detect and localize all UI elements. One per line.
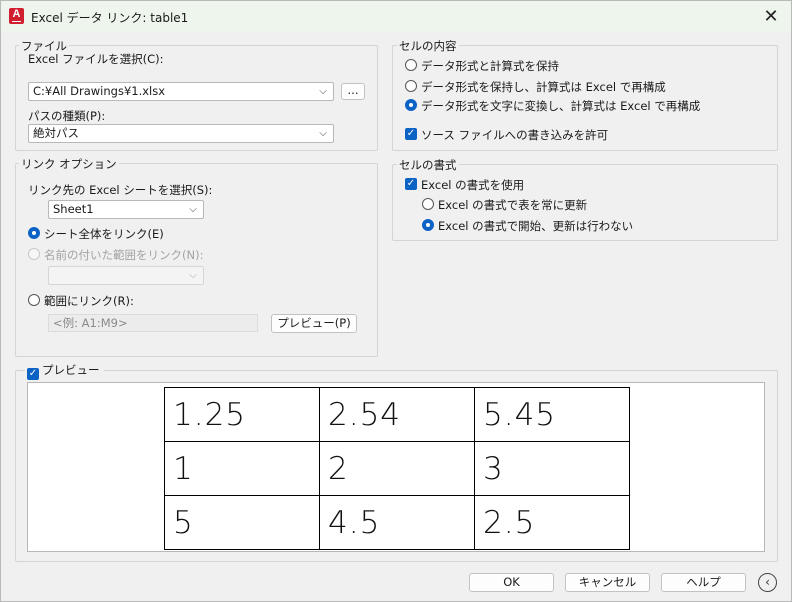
range-input[interactable]: <例: A1:M9> [48, 314, 258, 332]
cell-contents-legend: セルの内容 [397, 38, 459, 54]
keep-format-rebuild-radio[interactable] [405, 80, 417, 92]
link-named-range-label[interactable]: 名前の付いた範囲をリンク(N): [44, 247, 203, 263]
preview-canvas: 1.25 2.54 5.45 1 2 3 5 4.5 2.5 [27, 382, 765, 552]
link-whole-sheet-radio[interactable] [28, 227, 40, 239]
link-options-legend: リンク オプション [19, 156, 119, 172]
convert-text-rebuild-radio[interactable] [405, 99, 417, 111]
allow-write-checkbox[interactable]: ✓ [405, 128, 417, 140]
start-no-update-label[interactable]: Excel の書式で開始、更新は行わない [438, 218, 633, 234]
excel-file-combo[interactable]: C:¥All Drawings¥1.xlsx ⌵ [28, 82, 334, 101]
link-range-label[interactable]: 範囲にリンク(R): [44, 293, 134, 309]
link-named-range-radio[interactable] [28, 248, 40, 260]
sheet-combo[interactable]: Sheet1 ⌵ [48, 200, 204, 219]
table-cell: 2.54 [319, 387, 475, 442]
table-cell: 3 [474, 441, 630, 496]
link-range-radio[interactable] [28, 294, 40, 306]
ok-button[interactable]: OK [469, 573, 554, 592]
sheet-select-label: リンク先の Excel シートを選択(S): [28, 183, 213, 197]
chevron-down-icon: ⌵ [319, 86, 327, 97]
path-type-combo[interactable]: 絶対パス ⌵ [28, 124, 334, 143]
collapse-arrow-icon[interactable]: ‹ [758, 573, 777, 592]
table-cell: 4.5 [319, 495, 475, 550]
sheet-value: Sheet1 [53, 202, 94, 216]
chevron-down-icon: ⌵ [189, 204, 197, 215]
close-button[interactable]: ✕ [751, 1, 791, 32]
path-type-value: 絶対パス [33, 126, 79, 140]
table-cell: 5.45 [474, 387, 630, 442]
keep-format-formula-radio[interactable] [405, 59, 417, 71]
table-cell: 1 [164, 441, 320, 496]
preview-legend: ✓ プレビュー [25, 362, 104, 380]
always-update-label[interactable]: Excel の書式で表を常に更新 [438, 197, 587, 213]
link-whole-sheet-label[interactable]: シート全体をリンク(E) [44, 226, 164, 242]
keep-format-rebuild-label[interactable]: データ形式を保持し、計算式は Excel で再構成 [421, 79, 666, 95]
table-cell: 1.25 [164, 387, 320, 442]
chevron-down-icon: ⌵ [319, 128, 327, 139]
preview-table: 1.25 2.54 5.45 1 2 3 5 4.5 2.5 [164, 387, 630, 550]
keep-format-formula-label[interactable]: データ形式と計算式を保持 [421, 58, 559, 74]
allow-write-label[interactable]: ソース ファイルへの書き込みを許可 [421, 127, 608, 143]
table-row: 1 2 3 [164, 441, 630, 496]
table-cell: 2.5 [474, 495, 630, 550]
table-row: 1.25 2.54 5.45 [164, 387, 630, 442]
autocad-logo-icon: A [9, 8, 24, 24]
excel-file-label: Excel ファイルを選択(C): [28, 52, 164, 66]
excel-data-link-dialog: A Excel データ リンク: table1 ✕ ファイル Excel ファイ… [0, 0, 792, 602]
use-excel-format-label[interactable]: Excel の書式を使用 [421, 177, 524, 193]
always-update-radio[interactable] [422, 198, 434, 210]
path-type-label: パスの種類(P): [28, 109, 106, 123]
use-excel-format-checkbox[interactable]: ✓ [405, 178, 417, 190]
start-no-update-radio[interactable] [422, 219, 434, 231]
convert-text-rebuild-label[interactable]: データ形式を文字に変換し、計算式は Excel で再構成 [421, 98, 700, 114]
excel-file-value: C:¥All Drawings¥1.xlsx [33, 84, 166, 98]
table-cell: 2 [319, 441, 475, 496]
preview-checkbox[interactable]: ✓ [27, 368, 39, 380]
named-range-combo[interactable]: ⌵ [48, 266, 204, 285]
table-cell: 5 [164, 495, 320, 550]
preview-button[interactable]: プレビュー(P) [271, 314, 357, 333]
preview-label[interactable]: プレビュー [42, 363, 100, 377]
title-bar: A Excel データ リンク: table1 ✕ [1, 1, 791, 32]
cancel-button[interactable]: キャンセル [565, 573, 650, 592]
help-button[interactable]: ヘルプ [661, 573, 746, 592]
window-title: Excel データ リンク: table1 [31, 11, 189, 25]
table-row: 5 4.5 2.5 [164, 495, 630, 550]
cell-format-legend: セルの書式 [397, 157, 459, 173]
chevron-down-icon: ⌵ [189, 270, 197, 281]
browse-button[interactable]: ... [341, 83, 365, 100]
